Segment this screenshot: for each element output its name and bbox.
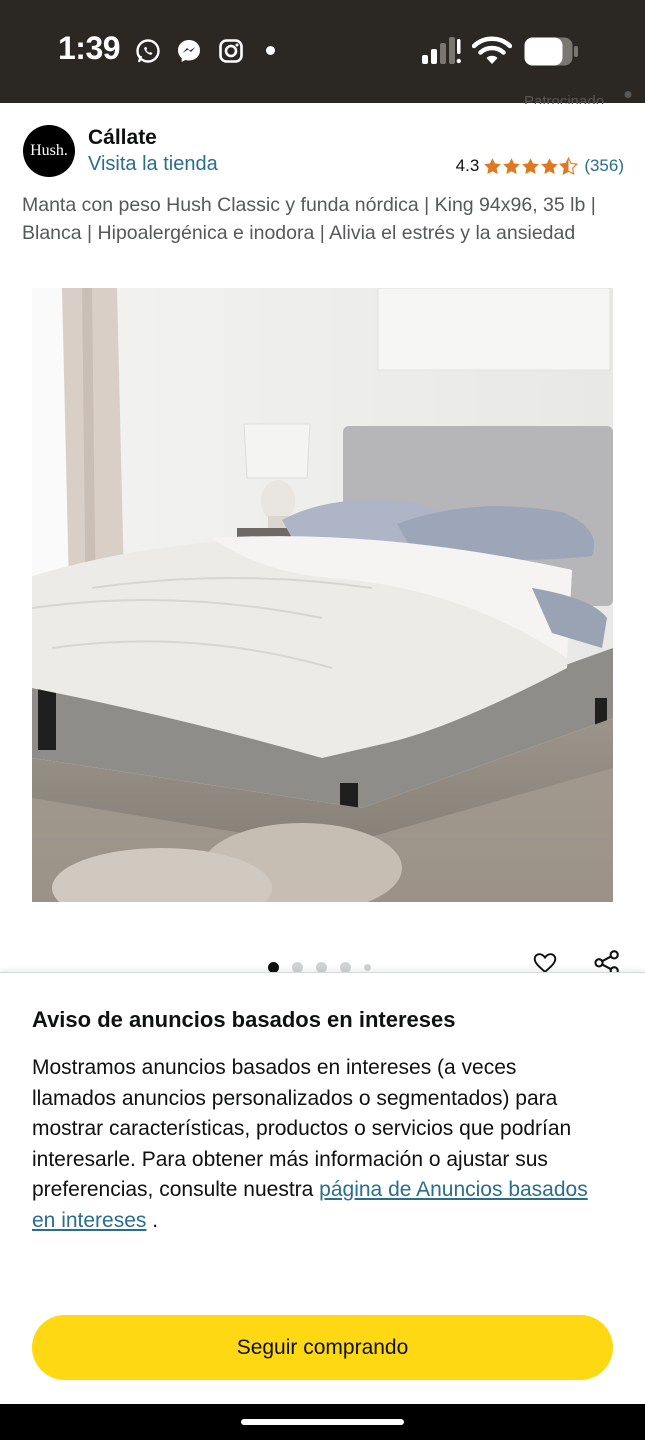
status-time: 1:39 <box>58 30 121 66</box>
brand-name: Cállate <box>88 126 157 149</box>
wifi-icon <box>472 36 512 64</box>
rating[interactable]: 4.3 (356) <box>456 156 624 176</box>
star-full-icon <box>522 157 540 174</box>
whatsapp-icon <box>136 39 160 63</box>
instagram-icon <box>219 39 243 63</box>
visit-store-link[interactable]: Visita la tienda <box>88 153 218 176</box>
rating-value: 4.3 <box>455 156 480 175</box>
sponsored-label: Patrocinado <box>524 93 605 104</box>
continue-shopping-button[interactable]: Seguir comprando <box>32 1315 613 1380</box>
review-count-link[interactable]: (356) <box>584 156 624 176</box>
signal-icon <box>422 37 461 64</box>
heart-icon[interactable] <box>528 952 562 974</box>
star-half-icon <box>559 156 579 175</box>
share-icon[interactable] <box>590 950 624 974</box>
battery-icon <box>524 37 578 66</box>
notice-body-end: . <box>146 1208 159 1232</box>
notification-dot <box>266 46 275 55</box>
messenger-icon <box>178 40 200 62</box>
product-image[interactable] <box>32 288 613 902</box>
carousel-dot[interactable] <box>364 964 371 971</box>
star-full-icon <box>503 157 521 174</box>
bottom-bar <box>0 1404 645 1440</box>
brand-logo[interactable]: Hush. <box>23 125 75 177</box>
status-bar: 1:39 <box>0 0 645 103</box>
notice-title: Aviso de anuncios basados en intereses <box>32 1007 456 1032</box>
notice-body: Mostramos anuncios basados en intereses … <box>32 1053 602 1236</box>
home-indicator[interactable] <box>241 1419 404 1425</box>
star-full-icon <box>541 157 559 174</box>
info-icon[interactable] <box>621 90 635 103</box>
interest-ads-notice: Aviso de anuncios basados en intereses M… <box>0 972 645 1405</box>
product-title[interactable]: Manta con peso Hush Classic y funda nórd… <box>22 192 622 247</box>
star-full-icon <box>484 157 502 174</box>
star-rating <box>483 156 579 176</box>
